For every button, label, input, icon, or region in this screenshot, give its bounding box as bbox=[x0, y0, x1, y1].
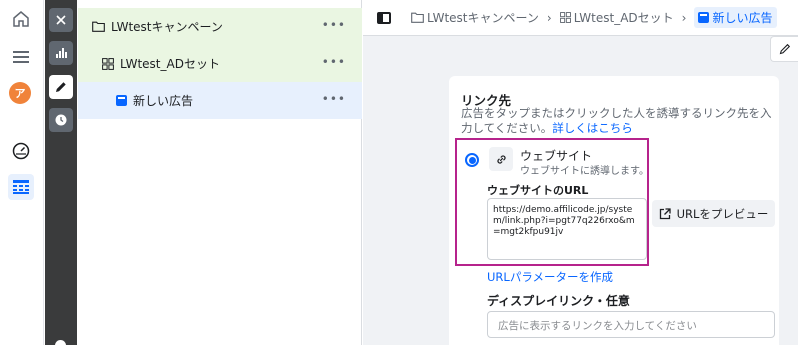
breadcrumb-ad-label: 新しい広告 bbox=[712, 11, 773, 25]
tree-item-adset[interactable]: LWtest_ADセット ••• bbox=[78, 45, 362, 82]
more-options-icon[interactable]: ••• bbox=[322, 55, 346, 69]
section-description: 広告をタップまたはクリックした人を誘導するリンク先を入力してください。詳しくはこ… bbox=[461, 106, 775, 136]
menu-icon[interactable] bbox=[8, 44, 34, 70]
url-preview-button[interactable]: URLをプレビュー bbox=[652, 200, 775, 227]
folder-icon bbox=[92, 21, 105, 32]
breadcrumb-campaign[interactable]: LWtestキャンペーン bbox=[427, 9, 539, 26]
campaign-tree: LWtestキャンペーン ••• LWtest_ADセット ••• 新しい広告 … bbox=[78, 0, 362, 345]
website-option-subtitle: ウェブサイトに誘導します。 bbox=[520, 166, 649, 177]
tree-item-ad-label: 新しい広告 bbox=[133, 94, 194, 108]
more-options-icon[interactable]: ••• bbox=[322, 92, 346, 106]
display-link-input[interactable]: 広告に表示するリンクを入力してください bbox=[487, 311, 775, 338]
website-url-label: ウェブサイトのURL bbox=[487, 184, 589, 197]
learn-more-link[interactable]: 詳しくはこちら bbox=[552, 121, 633, 135]
home-icon[interactable] bbox=[8, 6, 34, 32]
pencil-icon bbox=[779, 43, 790, 55]
breadcrumb-ad[interactable]: 新しい広告 bbox=[694, 7, 777, 28]
chart-icon[interactable] bbox=[49, 41, 73, 65]
tree-item-adset-label: LWtest_ADセット bbox=[120, 57, 220, 71]
tool-strip bbox=[45, 0, 77, 345]
clock-icon[interactable] bbox=[49, 108, 73, 132]
avatar-letter: ア bbox=[14, 87, 26, 100]
grid-icon bbox=[559, 12, 571, 23]
grid-icon bbox=[102, 57, 114, 70]
edit-pencil-icon[interactable] bbox=[49, 75, 73, 99]
avatar[interactable]: ア bbox=[9, 82, 31, 104]
breadcrumb: LWtestキャンペーン › LWtest_ADセット › 新しい広告 bbox=[411, 7, 777, 28]
link-icon bbox=[489, 147, 513, 171]
left-nav-rail: ア bbox=[0, 0, 44, 345]
tree-item-ad[interactable]: 新しい広告 ••• bbox=[78, 82, 362, 119]
strip-indicator-dot bbox=[55, 340, 66, 345]
ad-icon bbox=[698, 12, 710, 23]
tree-item-campaign[interactable]: LWtestキャンペーン ••• bbox=[78, 8, 362, 45]
url-parameter-link[interactable]: URLパラメーターを作成 bbox=[487, 269, 613, 285]
more-options-icon[interactable]: ••• bbox=[322, 18, 346, 32]
website-url-field[interactable]: https://demo.affilicode.jp/system/link.p… bbox=[487, 198, 647, 260]
edit-pencil-button[interactable] bbox=[770, 36, 798, 62]
breadcrumb-separator: › bbox=[681, 10, 687, 25]
ads-manager-table-icon[interactable] bbox=[8, 174, 34, 200]
url-preview-label: URLをプレビュー bbox=[676, 206, 769, 221]
close-icon[interactable] bbox=[49, 8, 73, 32]
dashboard-gauge-icon[interactable] bbox=[8, 138, 34, 164]
breadcrumb-separator: › bbox=[546, 10, 552, 25]
tree-item-campaign-label: LWtestキャンペーン bbox=[111, 20, 223, 34]
panel-toggle-icon[interactable] bbox=[377, 11, 391, 24]
ad-icon bbox=[116, 95, 127, 106]
website-radio[interactable] bbox=[465, 153, 479, 167]
external-link-icon bbox=[659, 207, 671, 220]
folder-icon bbox=[411, 12, 424, 23]
editor-panel: LWtestキャンペーン › LWtest_ADセット › 新しい広告 リンク先… bbox=[363, 0, 798, 345]
editor-topbar: LWtestキャンペーン › LWtest_ADセット › 新しい広告 bbox=[363, 0, 798, 36]
breadcrumb-adset[interactable]: LWtest_ADセット bbox=[574, 9, 674, 26]
display-link-label: ディスプレイリンク・任意 bbox=[487, 294, 630, 308]
